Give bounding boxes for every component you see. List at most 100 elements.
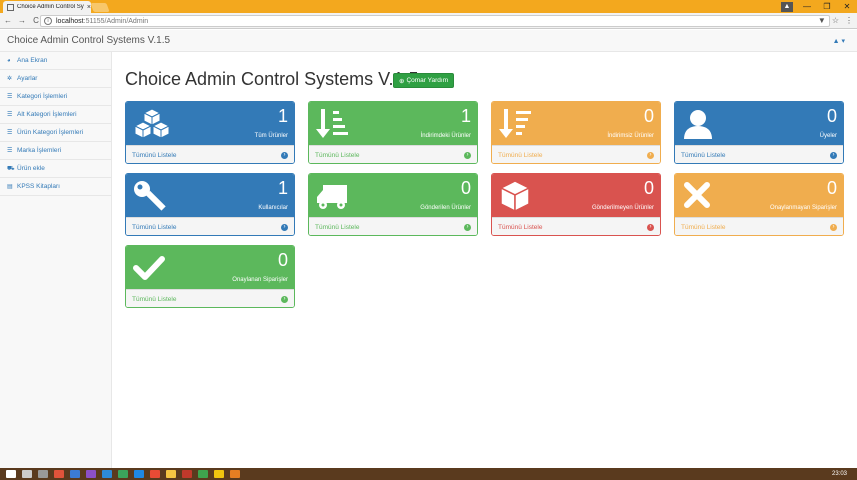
sidebar-item-marka[interactable]: ☰ Marka İşlemleri bbox=[0, 142, 111, 160]
os-taskbar: 23:03 bbox=[0, 468, 857, 480]
omnibox-actions: ▼ ☆ ⋮ bbox=[818, 16, 853, 25]
panel-footer-link[interactable]: Tümünü Listele › bbox=[675, 217, 843, 235]
sidebar-item-label: Ana Ekran bbox=[17, 57, 48, 64]
tab-title: Choice Admin Control Sy bbox=[17, 4, 84, 10]
new-tab-button[interactable] bbox=[90, 3, 110, 12]
panel-onaylanan-siparisler: 0 Onaylanan Siparişler Tümünü Listele › bbox=[125, 245, 295, 308]
navbar-brand[interactable]: Choice Admin Control Systems V.1.5 bbox=[7, 35, 170, 46]
panel-count: 1 bbox=[277, 178, 288, 198]
taskbar-app-icon[interactable] bbox=[166, 470, 176, 478]
view-all-link[interactable]: Tümünü Listele bbox=[315, 152, 359, 159]
taskbar-app-icon[interactable] bbox=[54, 470, 64, 478]
sidebar-item-urun-ekle[interactable]: ⛟ Ürün ekle bbox=[0, 160, 111, 178]
panel-count: 0 bbox=[277, 250, 288, 270]
panel-label: Üyeler bbox=[819, 133, 837, 139]
taskbar-app-icon[interactable] bbox=[182, 470, 192, 478]
arrow-circle-right-icon: › bbox=[647, 151, 654, 159]
taskbar-app-icon[interactable] bbox=[150, 470, 160, 478]
maximize-button[interactable]: ❐ bbox=[817, 2, 837, 11]
panel-count: 0 bbox=[460, 178, 471, 198]
view-all-link[interactable]: Tümünü Listele bbox=[132, 152, 176, 159]
view-all-link[interactable]: Tümünü Listele bbox=[681, 224, 725, 231]
view-all-link[interactable]: Tümünü Listele bbox=[498, 152, 542, 159]
view-all-link[interactable]: Tümünü Listele bbox=[315, 224, 359, 231]
panel-footer-link[interactable]: Tümünü Listele › bbox=[126, 145, 294, 163]
taskbar-app-icon[interactable] bbox=[86, 470, 96, 478]
back-button[interactable]: ← bbox=[2, 16, 14, 25]
panel-footer-link[interactable]: Tümünü Listele › bbox=[492, 217, 660, 235]
panel-count: 0 bbox=[826, 106, 837, 126]
view-all-link[interactable]: Tümünü Listele bbox=[132, 296, 176, 303]
sidebar-item-kategori[interactable]: ☰ Kategori İşlemleri bbox=[0, 88, 111, 106]
panel-footer-link[interactable]: Tümünü Listele › bbox=[309, 217, 477, 235]
arrow-circle-right-icon: › bbox=[830, 151, 837, 159]
taskbar-app-icon[interactable] bbox=[198, 470, 208, 478]
arrow-circle-right-icon: › bbox=[281, 223, 288, 231]
start-icon[interactable] bbox=[6, 470, 16, 478]
browser-profile-icon[interactable]: ▲ bbox=[781, 1, 793, 12]
url-host: localhost bbox=[56, 17, 84, 25]
panel-count: 0 bbox=[826, 178, 837, 198]
close-window-button[interactable]: ✕ bbox=[837, 2, 857, 11]
taskbar-app-icon[interactable] bbox=[214, 470, 224, 478]
taskbar-app-icon[interactable] bbox=[102, 470, 112, 478]
panel-uyeler: 0 Üyeler Tümünü Listele › bbox=[674, 101, 844, 164]
task-view-icon[interactable] bbox=[38, 470, 48, 478]
system-tray: 23:03 bbox=[832, 468, 847, 480]
taskbar-app-icon[interactable] bbox=[230, 470, 240, 478]
view-all-link[interactable]: Tümünü Listele bbox=[498, 224, 542, 231]
site-info-icon[interactable]: i bbox=[44, 17, 52, 25]
panel-count: 1 bbox=[277, 106, 288, 126]
address-bar[interactable]: i localhost:51155/Admin/Admin bbox=[40, 15, 830, 27]
view-all-link[interactable]: Tümünü Listele bbox=[132, 224, 176, 231]
panel-footer-link[interactable]: Tümünü Listele › bbox=[126, 289, 294, 307]
panel-count: 1 bbox=[460, 106, 471, 126]
panel-gonderilen-urunler: 0 Gönderilen Ürünler Tümünü Listele › bbox=[308, 173, 478, 236]
arrow-circle-right-icon: › bbox=[281, 151, 288, 159]
search-icon[interactable] bbox=[22, 470, 32, 478]
panel-footer-link[interactable]: Tümünü Listele › bbox=[492, 145, 660, 163]
sidebar-item-ayarlar[interactable]: ✲ Ayarlar bbox=[0, 70, 111, 88]
view-all-link[interactable]: Tümünü Listele bbox=[681, 152, 725, 159]
taskbar-app-icon[interactable] bbox=[70, 470, 80, 478]
sidebar-item-alt-kategori[interactable]: ☰ Alt Kategori İşlemleri bbox=[0, 106, 111, 124]
panel-indirimdeki-urunler: 1 İndirimdeki Ürünler Tümünü Listele › bbox=[308, 101, 478, 164]
gear-icon: ✲ bbox=[7, 76, 13, 82]
panel-label: Tüm Ürünler bbox=[254, 133, 288, 139]
sidebar-item-ana-ekran[interactable]: ◕ Ana Ekran bbox=[0, 52, 111, 70]
browser-menu-icon[interactable]: ⋮ bbox=[845, 16, 853, 25]
clock[interactable]: 23:03 bbox=[832, 471, 847, 477]
taskbar-app-icon[interactable] bbox=[134, 470, 144, 478]
browser-toolbar: ← → C i localhost:51155/Admin/Admin ▼ ☆ … bbox=[0, 13, 857, 29]
panel-footer-link[interactable]: Tümünü Listele › bbox=[309, 145, 477, 163]
panel-label: İndirimsiz Ürünler bbox=[607, 133, 654, 139]
panel-footer-link[interactable]: Tümünü Listele › bbox=[675, 145, 843, 163]
sidebar-item-label: KPSS Kitapları bbox=[17, 183, 60, 190]
bookmark-icon[interactable]: ▼ bbox=[818, 16, 826, 25]
forward-button[interactable]: → bbox=[16, 16, 28, 25]
panel-heading: 0 Onaylanmayan Siparişler bbox=[675, 174, 843, 217]
panel-heading: 1 Tüm Ürünler bbox=[126, 102, 294, 145]
main-content: Choice Admin Control Systems V.1.5 ⊕ Çom… bbox=[112, 52, 857, 468]
panel-heading: 1 Kullanıcılar bbox=[126, 174, 294, 217]
window-controls: ▲ — ❐ ✕ bbox=[781, 0, 857, 13]
user-menu-icon[interactable]: ▲ ▾ bbox=[833, 37, 845, 45]
taskbar-app-icon[interactable] bbox=[118, 470, 128, 478]
help-button-label: Çomar Yardım bbox=[406, 77, 449, 84]
list-icon: ☰ bbox=[7, 94, 13, 100]
sidebar-item-kpss[interactable]: ▤ KPSS Kitapları bbox=[0, 178, 111, 196]
sort-amount-desc-icon bbox=[499, 109, 531, 138]
star-icon[interactable]: ☆ bbox=[832, 16, 839, 25]
help-button[interactable]: ⊕ Çomar Yardım bbox=[393, 73, 455, 88]
check-icon bbox=[133, 256, 165, 280]
minimize-button[interactable]: — bbox=[797, 2, 817, 11]
list-icon: ☰ bbox=[7, 112, 13, 118]
sidebar-item-urun-kategori[interactable]: ☰ Ürün Kategori İşlemleri bbox=[0, 124, 111, 142]
panel-label: Kullanıcılar bbox=[258, 205, 288, 211]
times-icon bbox=[684, 182, 710, 208]
browser-tab[interactable]: Choice Admin Control Sy × bbox=[3, 1, 91, 13]
cube-icon bbox=[499, 180, 531, 213]
panel-footer-link[interactable]: Tümünü Listele › bbox=[126, 217, 294, 235]
page-favicon-icon bbox=[7, 3, 14, 11]
panel-label: Onaylanan Siparişler bbox=[232, 277, 288, 283]
